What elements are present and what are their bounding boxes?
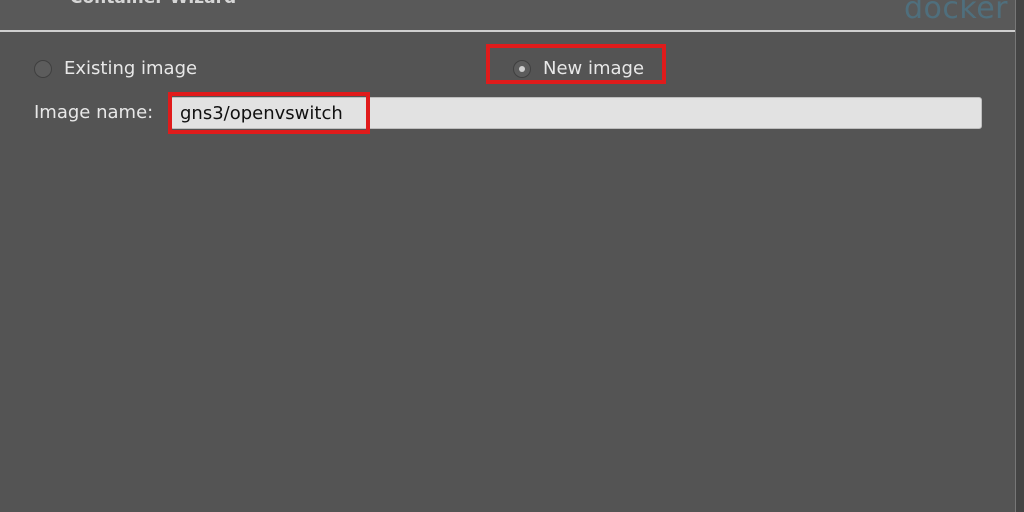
radio-unchecked-icon[interactable] (34, 59, 52, 78)
header-divider (0, 30, 1016, 32)
image-name-row: Image name: (0, 96, 1016, 132)
image-name-input[interactable] (170, 97, 982, 129)
existing-image-radio[interactable]: Existing image (34, 58, 197, 79)
image-source-group: Existing image New image (0, 56, 1016, 84)
existing-image-label: Existing image (64, 58, 198, 79)
docker-logo: docker (904, 0, 1008, 26)
image-name-label: Image name: (34, 102, 154, 123)
radio-checked-icon[interactable] (513, 59, 531, 78)
new-image-radio[interactable]: New image (513, 58, 644, 79)
wizard-header: Container Wizard docker (0, 0, 1024, 31)
window-edge (1015, 0, 1024, 512)
new-image-label: New image (543, 58, 645, 79)
wizard-page: Container Wizard docker Existing image N… (0, 0, 1024, 512)
page-title: Container Wizard (70, 0, 236, 8)
